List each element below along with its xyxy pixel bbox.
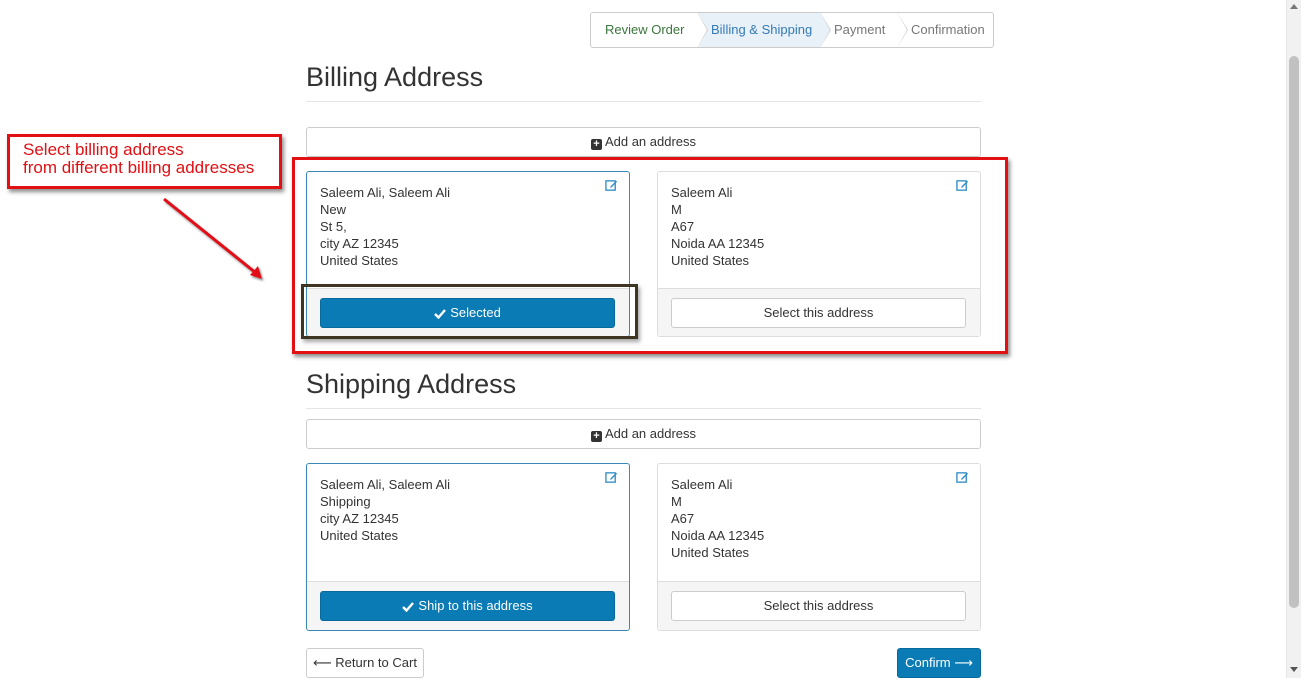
address-line: Shipping [320,494,371,509]
divider [306,101,981,102]
address-line: Noida AA 12345 [671,528,765,543]
button-label: Confirm [905,655,951,670]
step-review-order[interactable]: Review Order [591,13,708,47]
arrow-right-icon: ⟶ [954,655,973,670]
shipping-address-card-2[interactable]: Saleem Ali M A67 Noida AA 12345 United S… [657,463,981,631]
plus-square-icon: + [590,431,602,442]
step-label: Payment [834,22,886,37]
address-line: city AZ 12345 [320,511,399,526]
button-label: Return to Cart [335,655,417,670]
step-label: Billing & Shipping [711,22,813,37]
step-label: Confirmation [911,22,985,37]
arrow-left-icon: ⟵ [313,655,332,670]
card-footer: Ship to this address [307,581,629,630]
annotation-line: from different billing addresses [23,158,255,177]
address-line: Saleem Ali [671,477,733,492]
address-line: Saleem Ali, Saleem Ali [320,477,451,492]
shipping-heading: Shipping Address [306,369,517,399]
step-label: Review Order [605,22,685,37]
add-address-label: Add an address [604,134,697,149]
confirm-button[interactable]: Confirm ⟶ [897,648,981,678]
page-scrollbar[interactable] [1286,0,1301,678]
scroll-down-arrow-icon[interactable] [1290,667,1298,672]
card-footer: Select this address [658,581,980,630]
annotation-arrow [163,197,262,279]
add-billing-address-button[interactable]: + Add an address [306,127,981,157]
divider [306,408,981,409]
ship-to-address-button[interactable]: Ship to this address [320,591,615,621]
check-icon [402,602,415,612]
billing-heading: Billing Address [306,62,484,92]
checkout-steps: Review Order Billing & Shipping Payment … [590,12,994,48]
annotation-line: Select billing address [23,140,184,159]
address-line: A67 [671,511,695,526]
step-confirmation[interactable]: Confirmation [897,13,993,47]
scroll-up-arrow-icon[interactable] [1290,4,1298,9]
step-billing-shipping[interactable]: Billing & Shipping [697,13,831,47]
address-text: Saleem Ali, Saleem Ali Shipping city AZ … [307,464,629,544]
return-to-cart-button[interactable]: ⟵ Return to Cart [306,648,424,678]
step-payment[interactable]: Payment [820,13,908,47]
annotation-highlight-selected-button [301,284,638,339]
button-label: Ship to this address [418,598,533,613]
address-line: United States [671,545,750,560]
shipping-address-card-1[interactable]: Saleem Ali, Saleem Ali Shipping city AZ … [306,463,630,631]
select-address-button[interactable]: Select this address [671,591,966,621]
scroll-thumb[interactable] [1289,56,1299,608]
annotation-text: Select billing address from different bi… [23,141,254,177]
address-text: Saleem Ali M A67 Noida AA 12345 United S… [658,464,980,561]
address-line: M [671,494,682,509]
add-address-label: Add an address [604,426,697,441]
plus-square-icon: + [590,139,602,150]
address-line: United States [320,528,399,543]
add-shipping-address-button[interactable]: + Add an address [306,419,981,449]
